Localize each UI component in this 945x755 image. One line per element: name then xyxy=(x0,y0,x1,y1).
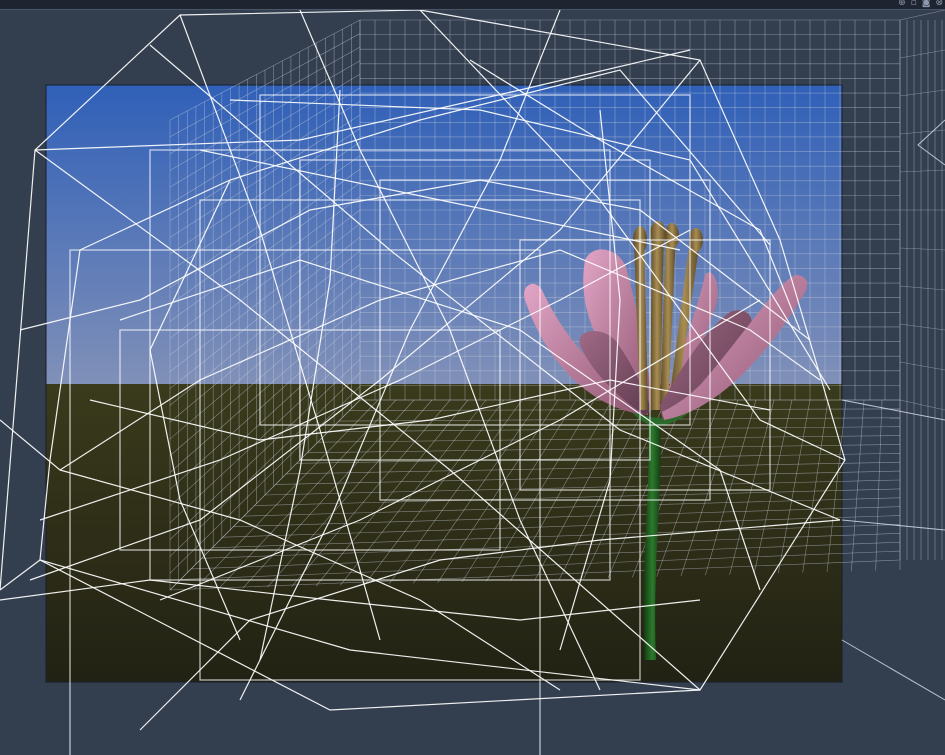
viewport-canvas[interactable] xyxy=(0,10,945,755)
restore-icon[interactable]: ▫ xyxy=(911,0,917,8)
camera-icon[interactable]: ◙ xyxy=(922,0,931,8)
viewport-controls: ⊕ ▫ ◙ ⊗ xyxy=(898,0,943,9)
offscreen-wire-fragments xyxy=(841,119,945,701)
pin-icon[interactable]: ⊕ xyxy=(898,0,906,8)
close-icon[interactable]: ⊗ xyxy=(935,0,943,8)
viewport-title-bar: ⊕ ▫ ◙ ⊗ xyxy=(0,0,945,10)
3d-viewport[interactable] xyxy=(0,10,945,755)
